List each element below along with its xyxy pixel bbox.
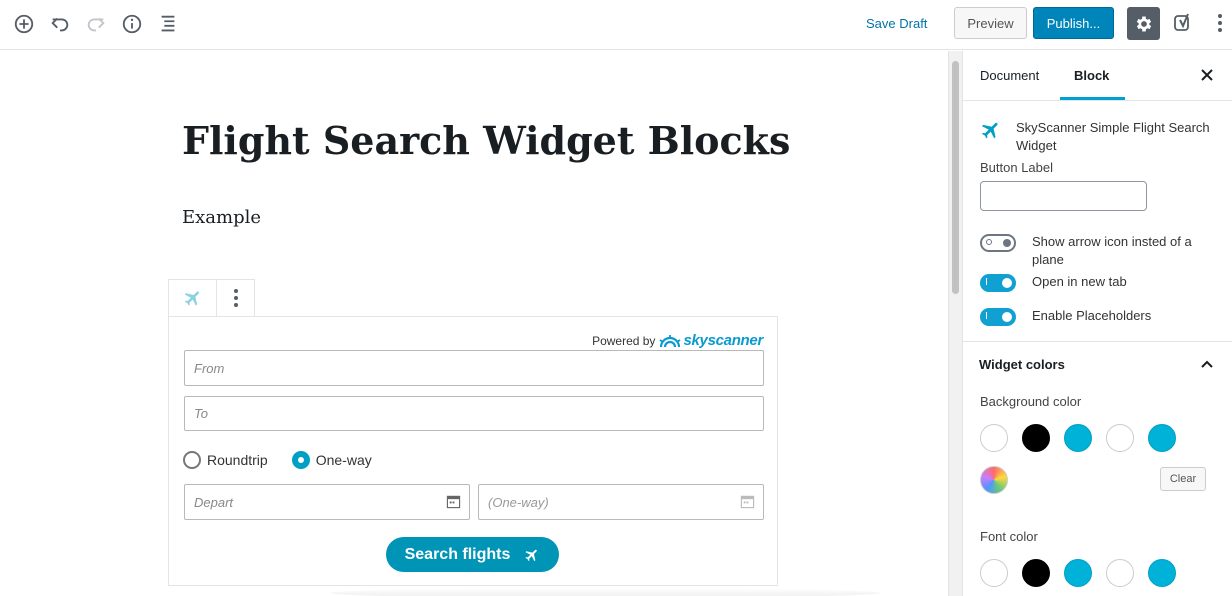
skyscanner-logo: skyscanner	[659, 332, 763, 349]
return-date-input[interactable]: (One-way)	[478, 484, 764, 520]
button-label-input[interactable]	[980, 181, 1147, 211]
calendar-icon[interactable]	[740, 494, 755, 509]
toggle-placeholders-row: Enable Placeholders	[980, 307, 1217, 326]
bottom-shadow	[330, 588, 880, 596]
tab-block[interactable]: Block	[1074, 68, 1109, 83]
scroll-thumb[interactable]	[952, 61, 959, 294]
color-swatch-black[interactable]	[1022, 559, 1050, 587]
yoast-icon	[1174, 13, 1189, 31]
settings-sidebar: Document Block SkyScanner Simple Flight …	[962, 51, 1232, 596]
clear-color-button[interactable]: Clear	[1160, 467, 1206, 491]
preview-button[interactable]: Preview	[954, 7, 1027, 39]
calendar-icon[interactable]	[446, 494, 461, 509]
to-input[interactable]: To	[184, 396, 764, 431]
undo-icon[interactable]	[47, 11, 73, 37]
airplane-icon	[525, 549, 538, 561]
info-icon[interactable]	[119, 11, 145, 37]
gear-icon	[1136, 16, 1151, 31]
vertical-ellipsis-icon	[1218, 14, 1222, 32]
tab-document[interactable]: Document	[980, 68, 1039, 83]
font-color-palette	[980, 559, 1176, 587]
active-tab-indicator	[1060, 97, 1125, 100]
depart-placeholder: Depart	[194, 494, 234, 510]
editor-canvas: Flight Search Widget Blocks Example Powe…	[0, 51, 947, 596]
background-color-label: Background color	[980, 394, 1082, 409]
placeholders-toggle[interactable]	[980, 308, 1016, 326]
panel-divider	[963, 341, 1232, 342]
new-tab-toggle-label: Open in new tab	[1032, 274, 1127, 289]
post-title[interactable]: Flight Search Widget Blocks	[182, 118, 790, 163]
arrow-icon-toggle[interactable]	[980, 234, 1016, 252]
color-swatch-black[interactable]	[1022, 424, 1050, 452]
powered-by-label: Powered by	[592, 333, 656, 348]
return-placeholder: (One-way)	[488, 494, 549, 510]
search-flights-label: Search flights	[404, 545, 511, 563]
one-way-label: One-way	[315, 452, 372, 468]
one-way-radio[interactable]	[291, 451, 310, 469]
color-swatch-cyan[interactable]	[1064, 559, 1092, 587]
color-swatch-cyan[interactable]	[1148, 424, 1176, 452]
skyscanner-wordmark: skyscanner	[683, 332, 763, 349]
close-sidebar-button[interactable]	[1199, 67, 1215, 83]
top-toolbar: Save Draft Preview Publish...	[0, 0, 1232, 50]
toggle-new-tab-row: Open in new tab	[980, 273, 1217, 292]
editor-scrollbar[interactable]	[948, 51, 962, 596]
from-input[interactable]: From	[184, 350, 764, 386]
color-swatch-white[interactable]	[1106, 559, 1134, 587]
settings-button[interactable]	[1127, 7, 1160, 40]
block-toolbar	[168, 279, 255, 317]
airplane-icon	[184, 291, 199, 306]
airplane-icon	[981, 122, 998, 139]
chevron-up-icon[interactable]	[1199, 356, 1215, 372]
block-more-options-button[interactable]	[217, 280, 254, 316]
more-options-button[interactable]	[1208, 9, 1232, 37]
block-navigation-icon[interactable]	[155, 11, 181, 37]
font-color-label: Font color	[980, 529, 1038, 544]
roundtrip-radio[interactable]	[183, 451, 201, 469]
color-swatch-cyan[interactable]	[1064, 424, 1092, 452]
arrow-icon-toggle-label: Show arrow icon insted of a plane	[1032, 234, 1192, 267]
redo-icon[interactable]	[83, 11, 109, 37]
toggle-arrow-icon-row: Show arrow icon insted of a plane	[980, 233, 1217, 269]
block-card: SkyScanner Simple Flight Search Widget	[980, 119, 1216, 155]
color-swatch-white[interactable]	[980, 424, 1008, 452]
button-label-caption: Button Label	[980, 160, 1054, 175]
color-swatch-white[interactable]	[1106, 424, 1134, 452]
flight-search-widget: Powered by skyscanner From To Roundtrip …	[168, 316, 778, 586]
trip-type-group: Roundtrip One-way	[183, 451, 372, 469]
block-name: SkyScanner Simple Flight Search Widget	[1016, 120, 1210, 153]
paragraph-block[interactable]: Example	[182, 207, 261, 228]
vertical-ellipsis-icon	[233, 289, 238, 307]
search-flights-button[interactable]: Search flights	[386, 537, 559, 572]
skyscanner-sunrise-icon	[659, 334, 681, 347]
background-color-palette	[980, 424, 1176, 452]
depart-date-input[interactable]: Depart	[184, 484, 470, 520]
close-icon	[1201, 69, 1213, 81]
add-block-icon[interactable]	[11, 11, 37, 37]
save-draft-button[interactable]: Save Draft	[866, 16, 927, 31]
placeholders-toggle-label: Enable Placeholders	[1032, 308, 1152, 323]
publish-button[interactable]: Publish...	[1033, 7, 1114, 39]
widget-colors-panel-toggle[interactable]: Widget colors	[979, 357, 1065, 372]
roundtrip-label: Roundtrip	[207, 452, 268, 468]
sidebar-tabs: Document Block	[963, 51, 1232, 101]
color-swatch-cyan[interactable]	[1148, 559, 1176, 587]
new-tab-toggle[interactable]	[980, 274, 1016, 292]
block-type-button[interactable]	[169, 280, 217, 316]
custom-color-picker[interactable]	[980, 466, 1008, 494]
yoast-seo-button[interactable]	[1170, 9, 1198, 37]
color-swatch-white[interactable]	[980, 559, 1008, 587]
powered-by: Powered by skyscanner	[592, 332, 763, 349]
